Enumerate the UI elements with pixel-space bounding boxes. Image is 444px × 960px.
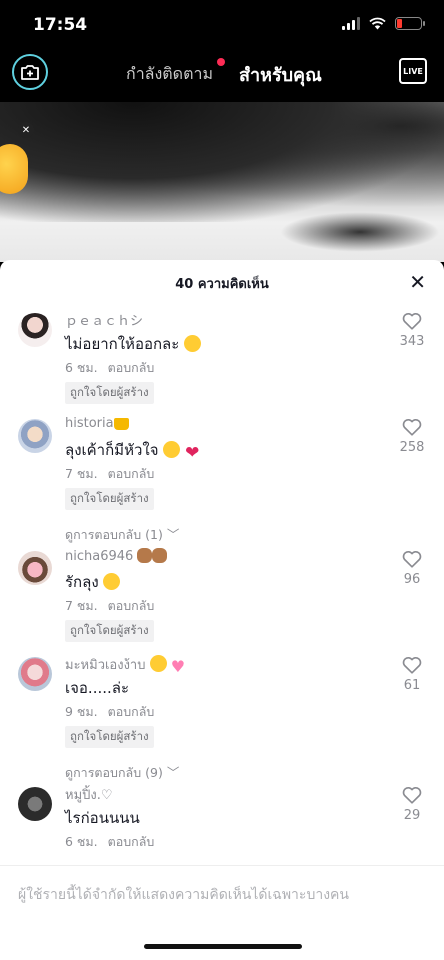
comment-text: ลุงเค้าก็มีหัวใจ ❤ <box>65 441 200 463</box>
comment-time: 7 ชม. <box>65 598 98 613</box>
like-count: 343 <box>399 334 425 349</box>
signal-icon <box>342 17 360 30</box>
like-button[interactable]: 29 <box>396 784 428 823</box>
coin-reward-icon[interactable] <box>0 144 28 194</box>
comment-time: 7 ชม. <box>65 466 98 481</box>
view-replies-button[interactable]: ดูการตอบกลับ (9) ﹀ <box>65 762 384 783</box>
comment-meta: 6 ชม. ตอบกลับ <box>65 358 384 378</box>
comment-meta: 6 ชม. ตอบกลับ <box>65 832 384 852</box>
comment-list[interactable]: ｐｅａｃｈシ ไม่อยากให้ออกละ 6 ชม. ตอบกลับ ถูกใ… <box>0 310 444 865</box>
close-reward-icon[interactable]: ✕ <box>18 122 34 138</box>
comment-text: รักลุง <box>65 570 384 594</box>
avatar[interactable] <box>18 787 52 821</box>
heart-icon <box>402 419 422 436</box>
like-count: 258 <box>399 440 425 455</box>
reply-button[interactable]: ตอบกลับ <box>108 466 155 481</box>
comment-meta: 9 ชม. ตอบกลับ <box>65 702 384 722</box>
battery-icon <box>395 17 425 30</box>
chevron-down-icon: ﹀ <box>166 765 180 780</box>
camera-plus-button[interactable] <box>12 54 48 90</box>
comment-username: historia <box>65 416 384 436</box>
notification-dot <box>217 58 225 66</box>
home-indicator[interactable] <box>144 944 302 949</box>
comment-item: ｐｅａｃｈシ ไม่อยากให้ออกละ 6 ชม. ตอบกลับ ถูกใ… <box>0 310 444 416</box>
video-preview[interactable]: ✕ <box>0 102 444 262</box>
like-count: 61 <box>403 678 421 693</box>
reply-button[interactable]: ตอบกลับ <box>108 834 155 849</box>
comment-username: มะหมิวเองง้าบ ♥ <box>65 655 186 676</box>
heart-icon <box>402 787 422 804</box>
comment-text: ไรก่อนนนน <box>65 809 140 827</box>
pleading-face-icon <box>103 573 121 590</box>
video-frame <box>0 102 444 222</box>
live-label: LIVE <box>403 66 423 76</box>
liked-by-creator-badge: ถูกใจโดยผู้สร้าง <box>65 382 154 404</box>
top-nav: กำลังติดตาม สำหรับคุณ LIVE <box>0 50 444 102</box>
liked-by-creator-badge: ถูกใจโดยผู้สร้าง <box>65 726 154 748</box>
like-count: 29 <box>403 808 421 823</box>
tab-following[interactable]: กำลังติดตาม <box>126 62 213 87</box>
restricted-notice: ผู้ใช้รายนี้ได้จำกัดให้แสดงความคิดเห็นได… <box>18 887 349 903</box>
reply-button[interactable]: ตอบกลับ <box>108 598 155 613</box>
avatar[interactable] <box>18 419 52 453</box>
red-heart-emoji-icon: ❤ <box>185 443 200 463</box>
like-button[interactable]: 343 <box>396 310 428 349</box>
comment-meta: 7 ชม. ตอบกลับ <box>65 464 384 484</box>
comment-text: ไม่อยากให้ออกละ <box>65 332 384 356</box>
status-time: 17:54 <box>33 15 88 35</box>
comment-time: 6 ชม. <box>65 834 98 849</box>
like-button[interactable]: 61 <box>396 654 428 693</box>
crown-emoji-icon <box>113 418 129 430</box>
like-count: 96 <box>403 572 421 587</box>
comment-item: หมูปิ้ง.♡ ไรก่อนนนน 6 ชม. ตอบกลับ 29 <box>0 784 444 864</box>
comments-title: 40 ความคิดเห็น <box>175 277 269 292</box>
reply-button[interactable]: ตอบกลับ <box>108 360 155 375</box>
live-button[interactable]: LIVE <box>399 58 427 84</box>
wifi-icon <box>369 17 386 30</box>
pink-heart-emoji-icon: ♥ <box>170 657 186 676</box>
shushing-face-icon <box>149 655 167 672</box>
comment-text: เจอ.....ล่ะ <box>65 679 130 697</box>
avatar[interactable] <box>18 657 52 691</box>
reply-button[interactable]: ตอบกลับ <box>108 704 155 719</box>
avatar[interactable] <box>18 313 52 347</box>
tab-for-you[interactable]: สำหรับคุณ <box>239 60 322 89</box>
camera-plus-icon <box>21 64 39 80</box>
comment-meta: 7 ชม. ตอบกลับ <box>65 596 384 616</box>
liked-by-creator-badge: ถูกใจโดยผู้สร้าง <box>65 620 154 642</box>
close-icon[interactable]: ✕ <box>409 270 426 294</box>
like-button[interactable]: 96 <box>396 548 428 587</box>
bear-emoji-icon <box>137 548 153 563</box>
comment-time: 6 ชม. <box>65 360 98 375</box>
status-bar: 17:54 <box>0 0 444 50</box>
chevron-down-icon: ﹀ <box>166 527 180 542</box>
pleading-face-icon <box>163 441 181 458</box>
status-icons <box>342 17 425 30</box>
comment-item: nicha6946 รักลุง 7 ชม. ตอบกลับ ถูกใจโดยผู… <box>0 548 444 654</box>
comment-username[interactable]: ｐｅａｃｈシ <box>65 310 384 330</box>
comment-username[interactable]: หมูปิ้ง.♡ <box>65 784 384 804</box>
comments-sheet: 40 ความคิดเห็น ✕ ｐｅａｃｈシ ไม่อยากให้ออกละ … <box>0 260 444 960</box>
heart-icon <box>402 551 422 568</box>
heart-icon <box>402 657 422 674</box>
comment-time: 9 ชม. <box>65 704 98 719</box>
comments-header: 40 ความคิดเห็น ✕ <box>0 260 444 304</box>
comment-item: historia ลุงเค้าก็มีหัวใจ ❤ 7 ชม. ตอบกลับ… <box>0 416 444 548</box>
liked-by-creator-badge: ถูกใจโดยผู้สร้าง <box>65 488 154 510</box>
comment-username: nicha6946 <box>65 548 384 568</box>
heart-icon <box>402 313 422 330</box>
bear-emoji-icon <box>152 548 168 563</box>
pleading-face-icon <box>184 335 202 352</box>
like-button[interactable]: 258 <box>396 416 428 455</box>
avatar[interactable] <box>18 551 52 585</box>
view-replies-button[interactable]: ดูการตอบกลับ (1) ﹀ <box>65 524 384 545</box>
comment-item: มะหมิวเองง้าบ ♥ เจอ.....ล่ะ 9 ชม. ตอบกลับ… <box>0 654 444 784</box>
